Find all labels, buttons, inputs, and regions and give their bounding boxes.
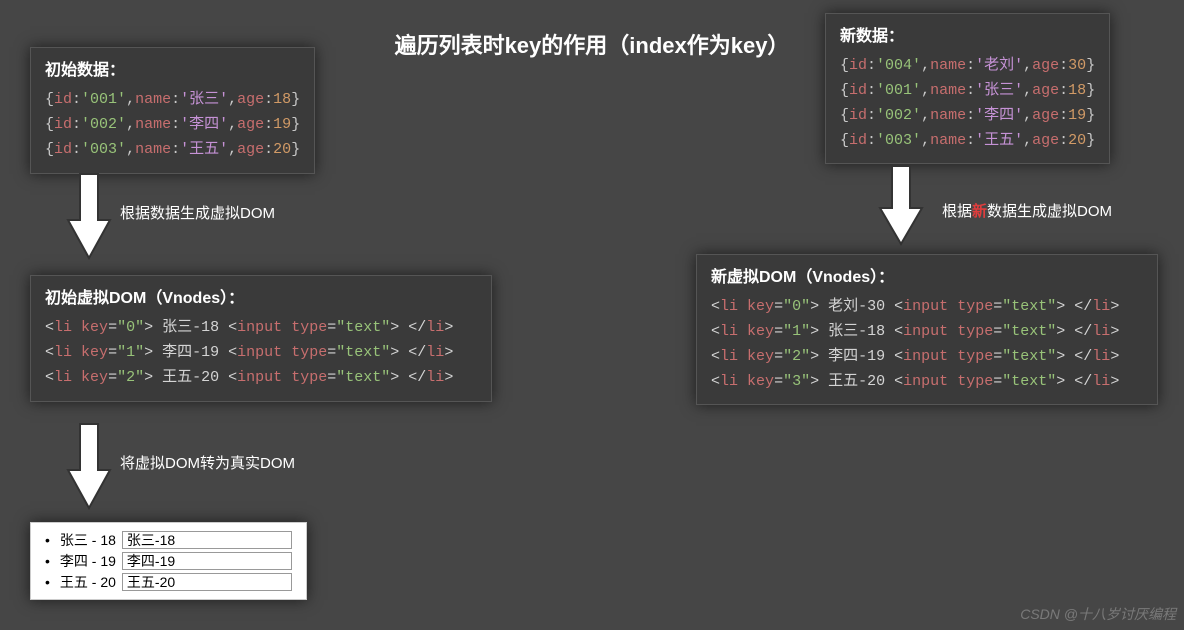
watermark: CSDN @十八岁讨厌编程 <box>1020 604 1176 624</box>
data-row: {id:'001',name:'张三',age:18} <box>840 79 1095 104</box>
vnode-row: <li key="0"> 张三-18 <input type="text"> <… <box>45 316 477 341</box>
label2-post: 数据生成虚拟DOM <box>987 203 1112 220</box>
real-dom-input[interactable] <box>122 531 292 549</box>
page-title: 遍历列表时key的作用（index作为key） <box>395 28 790 60</box>
data-row: {id:'001',name:'张三',age:18} <box>45 88 300 113</box>
new-vnodes-rows: <li key="0"> 老刘-30 <input type="text"> <… <box>711 295 1143 394</box>
data-row: {id:'002',name:'李四',age:19} <box>45 113 300 138</box>
real-dom-row: 王五 - 20 <box>45 572 292 592</box>
new-data-rows: {id:'004',name:'老刘',age:30}{id:'001',nam… <box>840 54 1095 153</box>
label2-hl: 新 <box>972 203 987 220</box>
real-dom-row: 张三 - 18 <box>45 530 292 550</box>
vnode-row: <li key="2"> 李四-19 <input type="text"> <… <box>711 345 1143 370</box>
new-data-header: 新数据： <box>840 24 1095 50</box>
initial-vnodes-rows: <li key="0"> 张三-18 <input type="text"> <… <box>45 316 477 390</box>
arrow-down-icon <box>66 422 112 512</box>
arrow-down-icon <box>66 172 112 262</box>
real-dom-row: 李四 - 19 <box>45 551 292 571</box>
vnode-row: <li key="0"> 老刘-30 <input type="text"> <… <box>711 295 1143 320</box>
data-row: {id:'003',name:'王五',age:20} <box>840 129 1095 154</box>
label2-pre: 根据 <box>942 203 972 220</box>
data-row: {id:'003',name:'王五',age:20} <box>45 138 300 163</box>
initial-data-header: 初始数据： <box>45 58 300 84</box>
generate-new-vdom-label: 根据新数据生成虚拟DOM <box>942 200 1112 221</box>
real-dom-label: 王五 - 20 <box>60 572 116 592</box>
initial-vnodes-header: 初始虚拟DOM（Vnodes）： <box>45 286 477 312</box>
convert-to-real-dom-label: 将虚拟DOM转为真实DOM <box>120 452 295 473</box>
real-dom-box: 张三 - 18李四 - 19王五 - 20 <box>30 522 307 600</box>
vnode-row: <li key="2"> 王五-20 <input type="text"> <… <box>45 366 477 391</box>
real-dom-label: 李四 - 19 <box>60 551 116 571</box>
new-data-box: 新数据： {id:'004',name:'老刘',age:30}{id:'001… <box>825 13 1110 164</box>
vnode-row: <li key="1"> 李四-19 <input type="text"> <… <box>45 341 477 366</box>
new-vnodes-header: 新虚拟DOM（Vnodes）： <box>711 265 1143 291</box>
data-row: {id:'002',name:'李四',age:19} <box>840 104 1095 129</box>
real-dom-label: 张三 - 18 <box>60 530 116 550</box>
initial-data-rows: {id:'001',name:'张三',age:18}{id:'002',nam… <box>45 88 300 162</box>
vnode-row: <li key="1"> 张三-18 <input type="text"> <… <box>711 320 1143 345</box>
initial-data-box: 初始数据： {id:'001',name:'张三',age:18}{id:'00… <box>30 47 315 174</box>
new-vnodes-box: 新虚拟DOM（Vnodes）： <li key="0"> 老刘-30 <inpu… <box>696 254 1158 405</box>
data-row: {id:'004',name:'老刘',age:30} <box>840 54 1095 79</box>
arrow-down-icon <box>878 164 924 248</box>
generate-vdom-label: 根据数据生成虚拟DOM <box>120 202 275 223</box>
real-dom-input[interactable] <box>122 573 292 591</box>
initial-vnodes-box: 初始虚拟DOM（Vnodes）： <li key="0"> 张三-18 <inp… <box>30 275 492 402</box>
vnode-row: <li key="3"> 王五-20 <input type="text"> <… <box>711 370 1143 395</box>
real-dom-input[interactable] <box>122 552 292 570</box>
